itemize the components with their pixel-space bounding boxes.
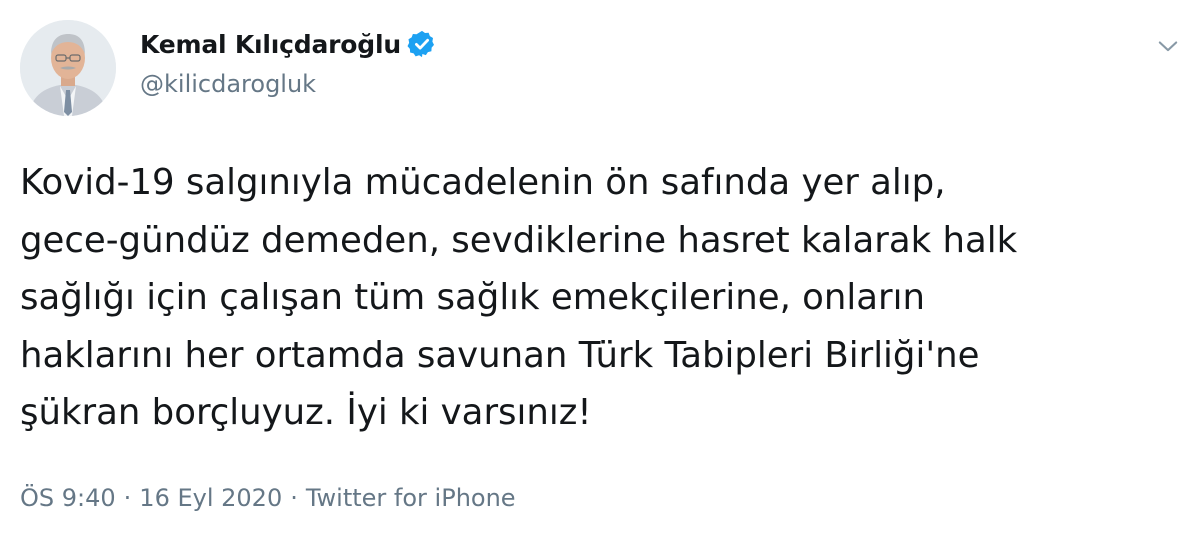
handle[interactable]: @kilicdarogluk	[140, 70, 437, 98]
tweet-text-line: sağlığı için çalışan tüm sağlık emekçile…	[20, 277, 925, 318]
tweet-source[interactable]: Twitter for iPhone	[306, 484, 516, 512]
tweet-text: Kovid-19 salgınıyla mücadelenin ön safın…	[20, 154, 1185, 442]
tweet-text-line: Kovid-19 salgınıyla mücadelenin ön safın…	[20, 162, 946, 203]
chevron-down-icon[interactable]	[1154, 32, 1182, 60]
verified-badge-icon	[407, 29, 437, 59]
display-name[interactable]: Kemal Kılıçdaroğlu	[140, 30, 401, 59]
avatar[interactable]	[20, 20, 116, 116]
name-row: Kemal Kılıçdaroğlu	[140, 24, 437, 64]
tweet-date[interactable]: 16 Eyl 2020	[139, 484, 282, 512]
tweet-card: Kemal Kılıçdaroğlu @kilicdarogluk Kovid-…	[0, 0, 1200, 551]
tweet-time[interactable]: ÖS 9:40	[20, 484, 116, 512]
tweet-meta: ÖS 9:40 · 16 Eyl 2020 · Twitter for iPhone	[20, 484, 516, 512]
author-block: Kemal Kılıçdaroğlu @kilicdarogluk	[140, 24, 437, 98]
meta-separator: ·	[290, 484, 298, 512]
tweet-text-line: haklarını her ortamda savunan Türk Tabip…	[20, 334, 980, 376]
tweet-text-line: şükran borçluyuz. İyi ki varsınız!	[20, 392, 592, 433]
profile-photo-icon	[20, 20, 116, 116]
tweet-text-line: gece-gündüz demeden, sevdiklerine hasret…	[20, 219, 1018, 261]
meta-separator: ·	[123, 484, 132, 512]
